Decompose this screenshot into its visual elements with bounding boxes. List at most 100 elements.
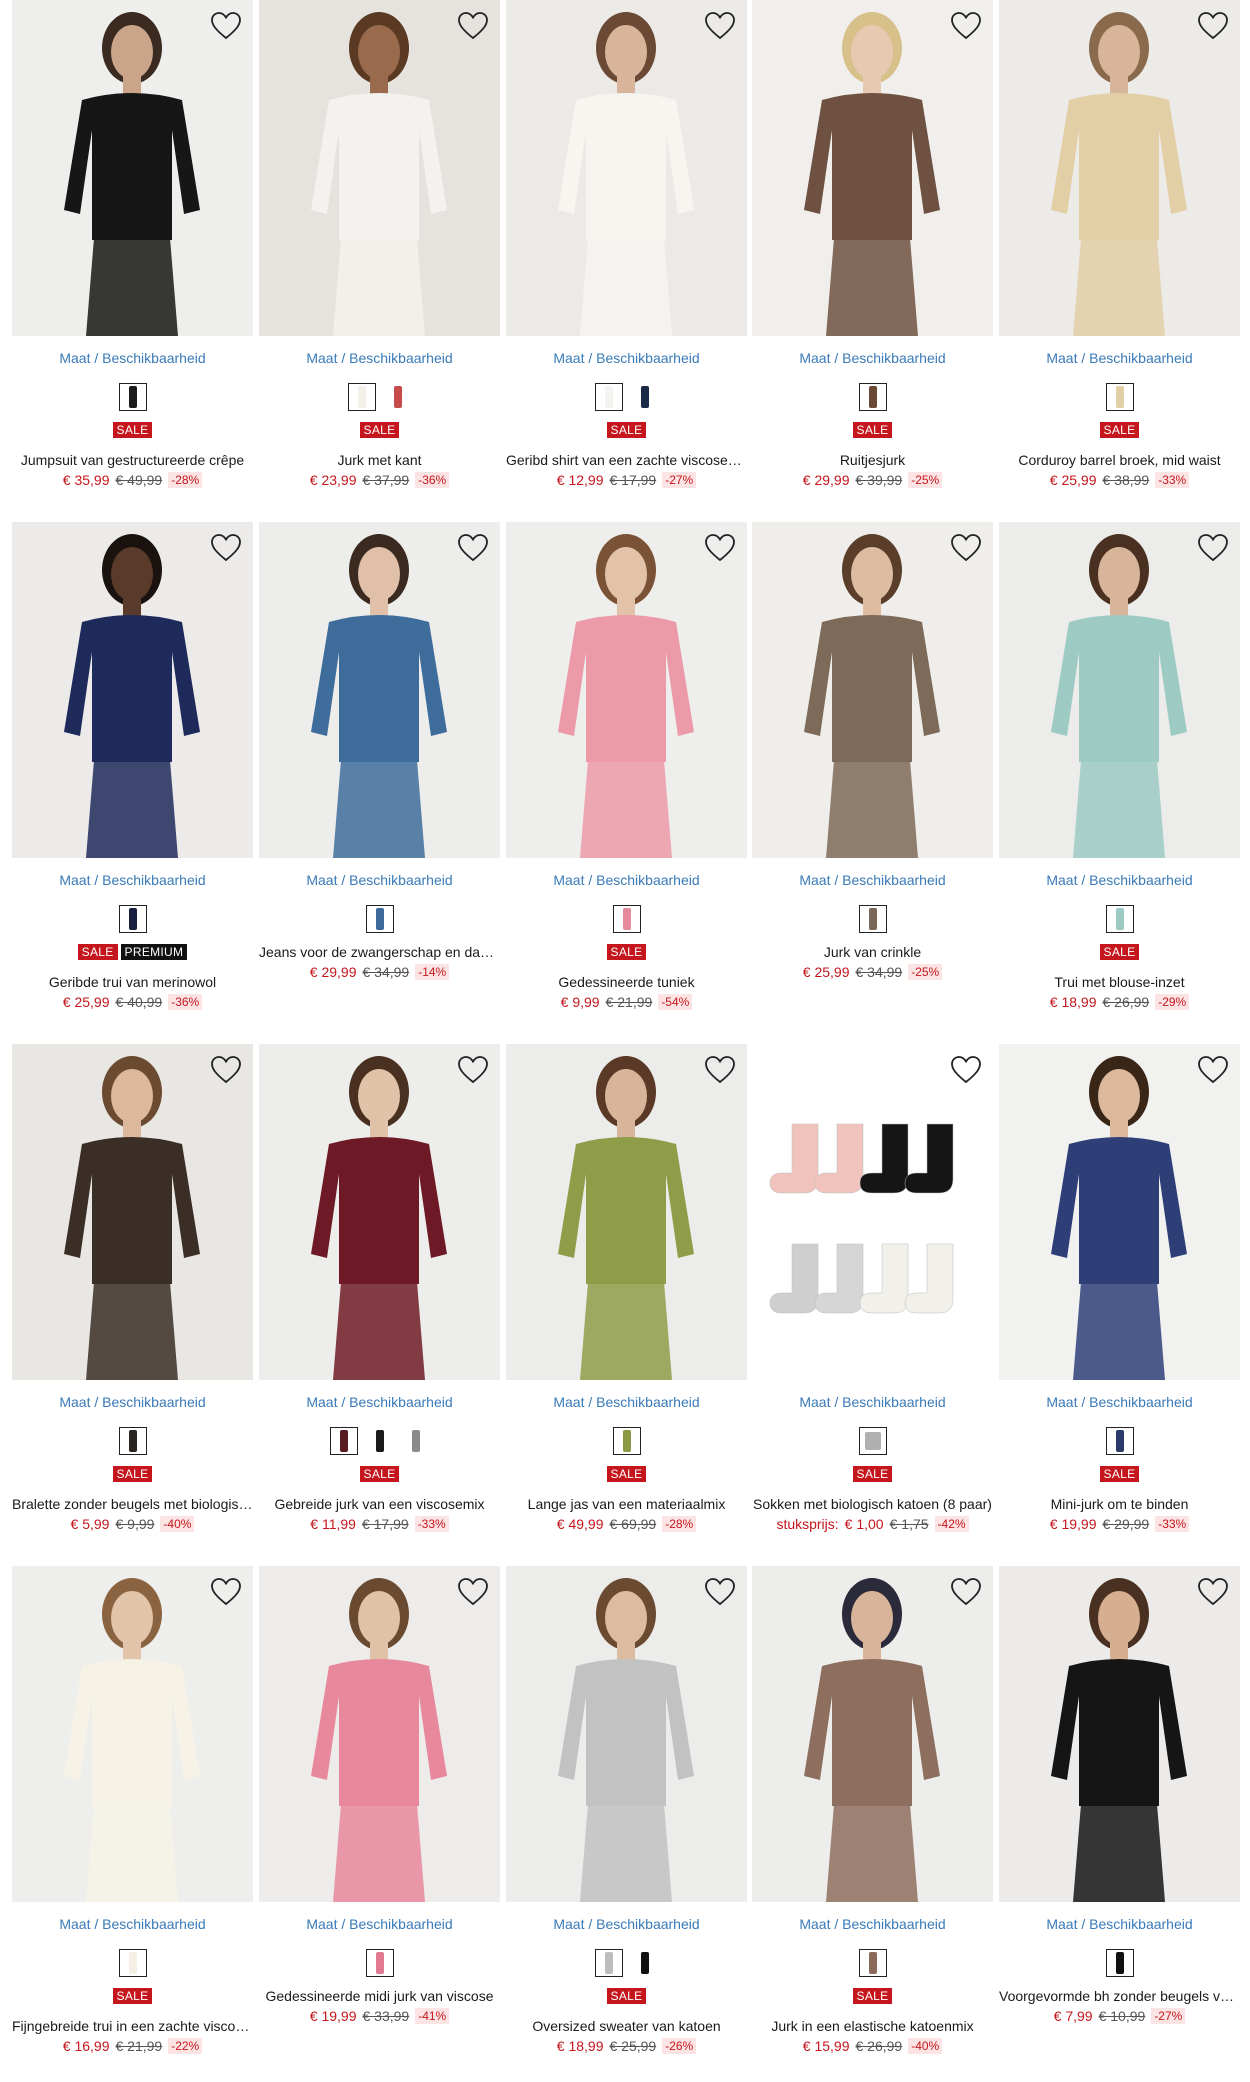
size-availability-link[interactable]: Maat / Beschikbaarheid	[259, 1916, 500, 1932]
product-image[interactable]	[12, 1566, 253, 1902]
product-image[interactable]	[752, 1566, 993, 1902]
product-image[interactable]	[999, 522, 1240, 858]
size-availability-link[interactable]: Maat / Beschikbaarheid	[752, 350, 993, 366]
product-image[interactable]	[999, 1566, 1240, 1902]
wishlist-heart-icon[interactable]	[950, 11, 982, 41]
size-availability-link[interactable]: Maat / Beschikbaarheid	[506, 872, 747, 888]
color-swatch[interactable]	[631, 383, 659, 411]
color-swatch[interactable]	[1105, 383, 1134, 411]
product-card[interactable]: Maat / Beschikbaarheid SALE Jurk in een el…	[752, 1566, 993, 2081]
size-availability-link[interactable]: Maat / Beschikbaarheid	[752, 872, 993, 888]
wishlist-heart-icon[interactable]	[457, 11, 489, 41]
size-availability-link[interactable]: Maat / Beschikbaarheid	[506, 1916, 747, 1932]
product-card[interactable]: Maat / Beschikbaarheid Jeans voor de zwan…	[259, 522, 500, 1037]
wishlist-heart-icon[interactable]	[1197, 533, 1229, 563]
wishlist-heart-icon[interactable]	[457, 1055, 489, 1085]
size-availability-link[interactable]: Maat / Beschikbaarheid	[506, 1394, 747, 1410]
wishlist-heart-icon[interactable]	[210, 1055, 242, 1085]
color-swatch[interactable]	[858, 905, 887, 933]
size-availability-link[interactable]: Maat / Beschikbaarheid	[506, 350, 747, 366]
wishlist-heart-icon[interactable]	[1197, 1055, 1229, 1085]
wishlist-heart-icon[interactable]	[704, 11, 736, 41]
color-swatch[interactable]	[329, 1427, 358, 1455]
product-card[interactable]: Maat / Beschikbaarheid SALE Ruitjesjurk € 2…	[752, 0, 993, 515]
wishlist-heart-icon[interactable]	[210, 533, 242, 563]
product-card[interactable]: Maat / Beschikbaarheid SALE Bralette zonde…	[12, 1044, 253, 1559]
wishlist-heart-icon[interactable]	[210, 1577, 242, 1607]
product-image[interactable]	[752, 1044, 993, 1380]
product-image[interactable]	[752, 0, 993, 336]
product-card[interactable]: Maat / Beschikbaarheid SALE Mini-jurk om t…	[999, 1044, 1240, 1559]
product-image[interactable]	[259, 522, 500, 858]
product-card[interactable]: Maat / Beschikbaarheid Voorgevormde bh zo…	[999, 1566, 1240, 2081]
color-swatch[interactable]	[347, 383, 376, 411]
color-swatch[interactable]	[402, 1427, 430, 1455]
size-availability-link[interactable]: Maat / Beschikbaarheid	[12, 350, 253, 366]
product-image[interactable]	[999, 0, 1240, 336]
product-image[interactable]	[259, 1566, 500, 1902]
product-title[interactable]: Corduroy barrel broek, mid waist	[999, 452, 1240, 468]
product-card[interactable]: Maat / Beschikbaarheid SALE Jumpsuit van g…	[12, 0, 253, 515]
wishlist-heart-icon[interactable]	[704, 1055, 736, 1085]
color-swatch[interactable]	[1105, 1427, 1134, 1455]
color-swatch[interactable]	[118, 383, 147, 411]
wishlist-heart-icon[interactable]	[1197, 1577, 1229, 1607]
product-title[interactable]: Trui met blouse-inzet	[999, 974, 1240, 990]
size-availability-link[interactable]: Maat / Beschikbaarheid	[999, 350, 1240, 366]
color-swatch[interactable]	[118, 1427, 147, 1455]
wishlist-heart-icon[interactable]	[704, 1577, 736, 1607]
product-title[interactable]: Voorgevormde bh zonder beugels van biolo…	[999, 1988, 1240, 2004]
color-swatch[interactable]	[118, 1949, 147, 1977]
color-swatch[interactable]	[858, 383, 887, 411]
color-swatch[interactable]	[631, 1949, 659, 1977]
product-title[interactable]: Jumpsuit van gestructureerde crêpe	[12, 452, 253, 468]
product-title[interactable]: Ruitjesjurk	[752, 452, 993, 468]
product-image[interactable]	[506, 0, 747, 336]
product-title[interactable]: Fijngebreide trui in een zachte viscosem…	[12, 2018, 253, 2034]
product-title[interactable]: Sokken met biologisch katoen (8 paar)	[752, 1496, 993, 1512]
product-title[interactable]: Lange jas van een materiaalmix	[506, 1496, 747, 1512]
color-swatch[interactable]	[858, 1949, 887, 1977]
product-image[interactable]	[999, 1044, 1240, 1380]
product-card[interactable]: Maat / Beschikbaarheid SALE Gedessineerde …	[506, 522, 747, 1037]
product-title[interactable]: Oversized sweater van katoen	[506, 2018, 747, 2034]
wishlist-heart-icon[interactable]	[210, 11, 242, 41]
product-title[interactable]: Jurk in een elastische katoenmix	[752, 2018, 993, 2034]
size-availability-link[interactable]: Maat / Beschikbaarheid	[752, 1394, 993, 1410]
product-card[interactable]: Maat / Beschikbaarheid SALE Gebreide jurk …	[259, 1044, 500, 1559]
product-image[interactable]	[12, 1044, 253, 1380]
size-availability-link[interactable]: Maat / Beschikbaarheid	[999, 1394, 1240, 1410]
product-image[interactable]	[12, 0, 253, 336]
size-availability-link[interactable]: Maat / Beschikbaarheid	[12, 872, 253, 888]
product-card[interactable]: Maat / Beschikbaarheid SALE Sokken met bio…	[752, 1044, 993, 1559]
size-availability-link[interactable]: Maat / Beschikbaarheid	[12, 1394, 253, 1410]
wishlist-heart-icon[interactable]	[457, 1577, 489, 1607]
product-title[interactable]: Gedessineerde tuniek	[506, 974, 747, 990]
color-swatch[interactable]	[858, 1427, 887, 1455]
wishlist-heart-icon[interactable]	[950, 1055, 982, 1085]
product-card[interactable]: Maat / Beschikbaarheid Gedessineerde midi…	[259, 1566, 500, 2081]
product-title[interactable]: Geribde trui van merinowol	[12, 974, 253, 990]
product-image[interactable]	[506, 522, 747, 858]
product-card[interactable]: Maat / Beschikbaarheid Jurk van crinkle € …	[752, 522, 993, 1037]
product-card[interactable]: Maat / Beschikbaarheid SALE Lange jas van …	[506, 1044, 747, 1559]
wishlist-heart-icon[interactable]	[1197, 11, 1229, 41]
product-title[interactable]: Jeans voor de zwangerschap en daarna	[259, 944, 500, 960]
size-availability-link[interactable]: Maat / Beschikbaarheid	[259, 350, 500, 366]
wishlist-heart-icon[interactable]	[950, 533, 982, 563]
color-swatch[interactable]	[118, 905, 147, 933]
product-card[interactable]: Maat / Beschikbaarheid SALE Oversized swea…	[506, 1566, 747, 2081]
color-swatch[interactable]	[365, 1949, 394, 1977]
product-image[interactable]	[12, 522, 253, 858]
product-image[interactable]	[506, 1566, 747, 1902]
color-swatch[interactable]	[365, 905, 394, 933]
size-availability-link[interactable]: Maat / Beschikbaarheid	[12, 1916, 253, 1932]
product-card[interactable]: Maat / Beschikbaarheid SALE Geribd shirt v…	[506, 0, 747, 515]
product-title[interactable]: Jurk van crinkle	[752, 944, 993, 960]
color-swatch[interactable]	[594, 1949, 623, 1977]
color-swatch[interactable]	[366, 1427, 394, 1455]
product-card[interactable]: Maat / Beschikbaarheid SALE Corduroy barre…	[999, 0, 1240, 515]
product-image[interactable]	[752, 522, 993, 858]
color-swatch[interactable]	[1105, 905, 1134, 933]
size-availability-link[interactable]: Maat / Beschikbaarheid	[999, 1916, 1240, 1932]
